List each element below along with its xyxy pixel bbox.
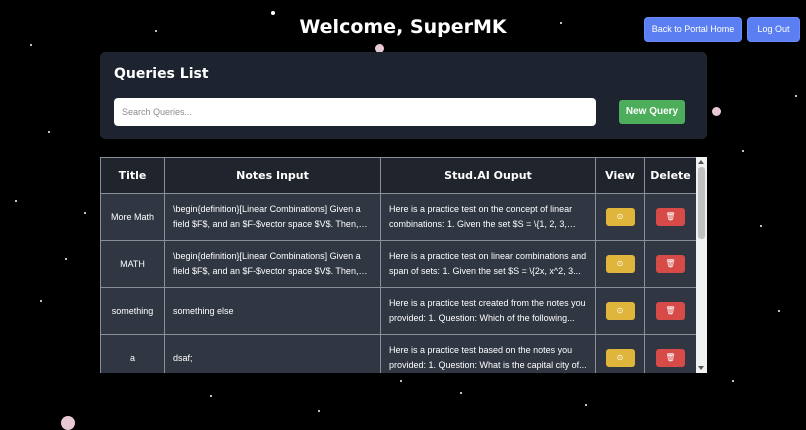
queries-panel: Queries List New Query <box>100 52 707 139</box>
queries-heading: Queries List <box>114 66 209 82</box>
row-delete-cell: 🗑 <box>644 334 697 373</box>
view-button[interactable]: ⊙ <box>605 208 635 226</box>
row-title: More Math <box>100 193 165 241</box>
row-view-cell: ⊙ <box>595 193 645 241</box>
delete-button[interactable]: 🗑 <box>656 302 685 320</box>
table-row: MATH \begin{definition}[Linear Combinati… <box>100 240 697 288</box>
row-notes-text: \begin{definition}[Linear Combinations] … <box>173 251 361 276</box>
back-to-portal-button[interactable]: Back to Portal Home <box>644 17 742 42</box>
row-view-cell: ⊙ <box>595 334 645 373</box>
delete-button[interactable]: 🗑 <box>656 255 685 273</box>
row-output-text: Here is a practice test on the concept o… <box>389 204 573 229</box>
row-notes: \begin{definition}[Linear Combinations] … <box>164 193 381 241</box>
view-button[interactable]: ⊙ <box>605 255 635 273</box>
trash-icon: 🗑 <box>665 259 676 268</box>
table-row: More Math \begin{definition}[Linear Comb… <box>100 193 697 241</box>
row-delete-cell: 🗑 <box>644 240 697 288</box>
row-output: Here is a practice test based on the not… <box>380 334 596 373</box>
scroll-thumb[interactable] <box>698 167 705 239</box>
row-delete-cell: 🗑 <box>644 287 697 335</box>
row-view-cell: ⊙ <box>595 287 645 335</box>
column-header-delete: Delete <box>644 157 697 194</box>
row-output-text: Here is a practice test on linear combin… <box>389 251 587 276</box>
queries-table: Title Notes Input Stud.AI Ouput View Del… <box>100 157 697 373</box>
table-scrollbar[interactable] <box>696 157 707 373</box>
new-query-button[interactable]: New Query <box>619 100 685 124</box>
row-notes: \begin{definition}[Linear Combinations] … <box>164 240 381 288</box>
view-button[interactable]: ⊙ <box>605 302 635 320</box>
table-row: a dsaf; Here is a practice test based on… <box>100 334 697 373</box>
row-output: Here is a practice test created from the… <box>380 287 596 335</box>
row-view-cell: ⊙ <box>595 240 645 288</box>
row-output: Here is a practice test on the concept o… <box>380 193 596 241</box>
scroll-up-arrow-icon[interactable] <box>698 160 704 164</box>
row-delete-cell: 🗑 <box>644 193 697 241</box>
logout-button[interactable]: Log Out <box>747 17 800 42</box>
queries-table-container: Title Notes Input Stud.AI Ouput View Del… <box>100 157 707 373</box>
row-notes-text: \begin{definition}[Linear Combinations] … <box>173 204 361 229</box>
row-title: something <box>100 287 165 335</box>
column-header-output: Stud.AI Ouput <box>380 157 596 194</box>
column-header-view: View <box>595 157 645 194</box>
row-output-text: Here is a practice test created from the… <box>389 298 586 323</box>
view-button[interactable]: ⊙ <box>605 349 635 367</box>
trash-icon: 🗑 <box>665 306 676 315</box>
row-notes: something else <box>164 287 381 335</box>
table-row: something something else Here is a pract… <box>100 287 697 335</box>
eye-icon: ⊙ <box>616 306 624 315</box>
eye-icon: ⊙ <box>616 259 624 268</box>
row-notes-text: dsaf; <box>173 352 193 363</box>
table-header-row: Title Notes Input Stud.AI Ouput View Del… <box>100 157 697 194</box>
row-title: MATH <box>100 240 165 288</box>
column-header-title: Title <box>100 157 165 194</box>
row-output: Here is a practice test on linear combin… <box>380 240 596 288</box>
eye-icon: ⊙ <box>616 353 624 362</box>
row-output-text: Here is a practice test based on the not… <box>389 345 587 370</box>
eye-icon: ⊙ <box>616 212 624 221</box>
scroll-down-arrow-icon[interactable] <box>698 366 704 370</box>
trash-icon: 🗑 <box>665 212 676 221</box>
row-title: a <box>100 334 165 373</box>
trash-icon: 🗑 <box>665 353 676 362</box>
column-header-notes: Notes Input <box>164 157 381 194</box>
row-notes-text: something else <box>173 305 234 316</box>
row-notes: dsaf; <box>164 334 381 373</box>
search-input[interactable] <box>114 98 596 126</box>
delete-button[interactable]: 🗑 <box>656 349 685 367</box>
delete-button[interactable]: 🗑 <box>656 208 685 226</box>
